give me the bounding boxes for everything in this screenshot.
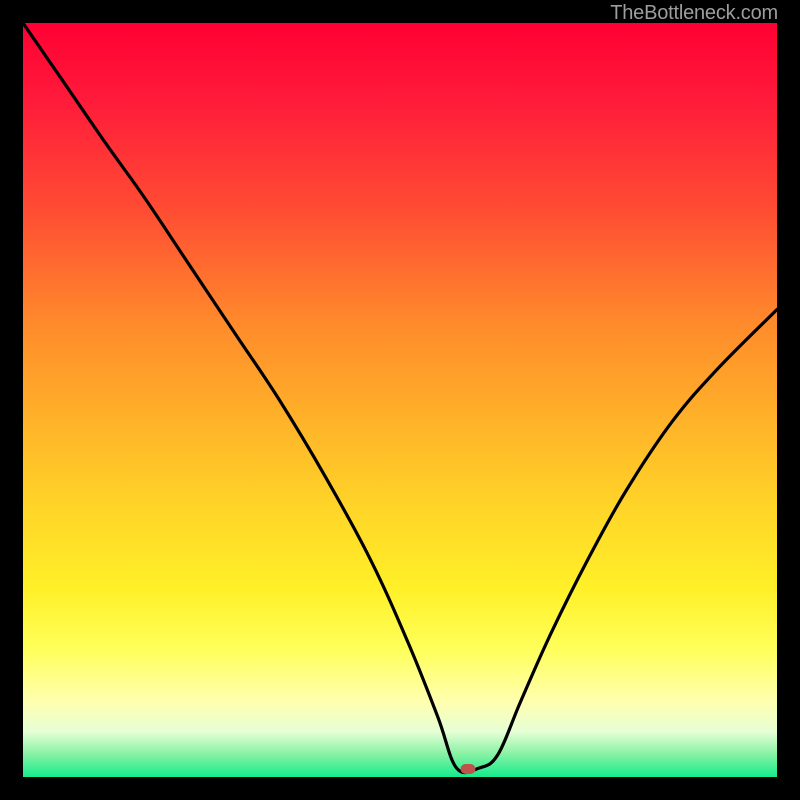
watermark-text: TheBottleneck.com	[610, 2, 778, 25]
chart-frame: TheBottleneck.com	[0, 0, 800, 800]
plot-area	[23, 23, 777, 777]
bottleneck-curve	[23, 23, 777, 777]
optimal-point-marker	[460, 764, 475, 774]
